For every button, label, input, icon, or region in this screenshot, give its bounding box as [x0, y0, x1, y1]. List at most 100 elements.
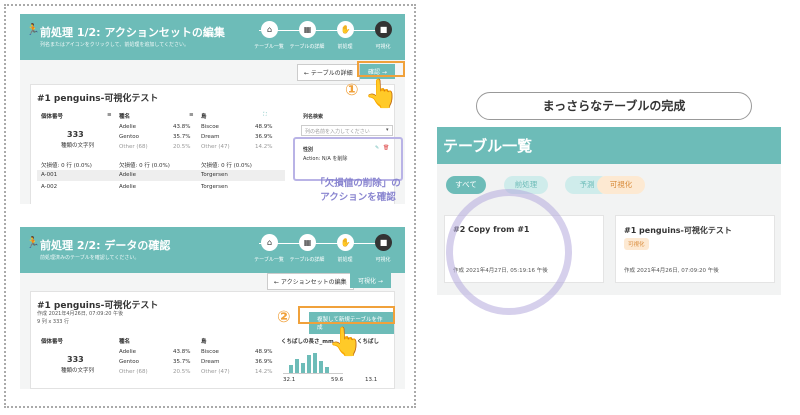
action-column-name: 性別 [303, 147, 314, 153]
expand-icon[interactable]: ⛶ [263, 112, 267, 119]
page-title: 前処理 1/2: アクションセットの編集 [40, 26, 225, 39]
col-header[interactable]: 個体番号 [41, 112, 63, 120]
step-visualize-icon[interactable]: ■ [375, 21, 392, 38]
step-label: テーブルの詳細 [289, 257, 325, 263]
stepper: ⌂ ▦ ✋ ■ テーブル一覧 テーブルの詳細 前処理 可視化 [249, 17, 399, 57]
pointer-hand-icon: 👆 [364, 77, 399, 110]
col-header[interactable]: 個体番号 [41, 337, 63, 345]
island-pct: 36.9% [255, 359, 273, 365]
result-title-pill: まっさらなテーブルの完成 [476, 92, 752, 120]
panel-header: 🏃 前処理 1/2: アクションセットの編集 列名またはアイコンをクリックして、… [20, 14, 405, 60]
unique-label: 種類の文字列 [61, 143, 95, 149]
island-pct: 14.2% [255, 144, 273, 150]
table-dims: 9 列 x 333 行 [37, 319, 70, 325]
cell: A-001 [41, 172, 58, 178]
highlight-ring [446, 189, 572, 315]
species-pct: 35.7% [173, 359, 191, 365]
unique-count: 333 [67, 355, 84, 364]
step-table-list-icon[interactable]: ⌂ [261, 234, 278, 251]
page-subtitle: 前処理済みのテーブルを確認してください。 [40, 255, 140, 261]
visualize-button[interactable]: 可視化 → [350, 273, 391, 288]
unique-count: 333 [67, 130, 84, 139]
step-table-detail-icon[interactable]: ▦ [299, 234, 316, 251]
step-label: 前処理 [337, 257, 353, 263]
col-header[interactable]: 島 [201, 337, 207, 345]
col-header[interactable]: くちばしの長さ_mm [281, 337, 334, 345]
page-subtitle: 列名またはアイコンをクリックして、前処理を追加してください。 [40, 42, 190, 48]
back-to-detail-button[interactable]: ← テーブルの詳細 [297, 64, 360, 81]
island-value: Other (47) [201, 369, 230, 375]
filter-icon[interactable]: ≡ [107, 112, 112, 118]
species-pct: 20.5% [173, 144, 191, 150]
species-value: Other (68) [119, 144, 148, 150]
table-card-1[interactable]: #1 penguins-可視化テスト 可視化 作成 2021年4月26日, 07… [615, 215, 775, 283]
species-value: Gentoo [119, 134, 140, 140]
chevron-down-icon[interactable]: ▾ [386, 127, 389, 133]
species-pct: 20.5% [173, 369, 191, 375]
island-pct: 36.9% [255, 134, 273, 140]
species-value: Gentoo [119, 359, 140, 365]
species-pct: 35.7% [173, 134, 191, 140]
column-table: 個体番号 ≡ 種名 ≡ 島 ⛶ 333 種類の文字列 Adelie 43.8% … [37, 112, 287, 204]
preprocess-edit-panel: 🏃 前処理 1/2: アクションセットの編集 列名またはアイコンをクリックして、… [20, 14, 405, 204]
action-description: Action: N/A を削除 [303, 156, 348, 162]
column-search-input[interactable]: 列の名前を入力してください [301, 125, 393, 136]
edit-icon[interactable]: ✎ [375, 145, 379, 151]
missing-count: 欠損値: 0 行 (0.0%) [201, 163, 252, 169]
step-label: テーブル一覧 [254, 257, 284, 263]
visualize-badge: 可視化 [624, 238, 649, 250]
col-header[interactable]: 種名 [119, 112, 130, 120]
card-title: #1 penguins-可視化テスト [624, 226, 732, 235]
island-value: Biscoe [201, 124, 219, 130]
search-title: 列名検索 [303, 114, 324, 120]
species-value: Adelie [119, 124, 136, 130]
created-date: 作成 2021年4月26日, 07:09:20 午後 [37, 311, 124, 317]
stepper: ⌂ ▦ ✋ ■ テーブル一覧 テーブルの詳細 前処理 可視化 [249, 230, 399, 270]
step-preprocess-icon[interactable]: ✋ [337, 21, 354, 38]
island-pct: 48.9% [255, 349, 273, 355]
runner-icon: 🏃 [26, 23, 40, 36]
island-value: Other (47) [201, 144, 230, 150]
unique-label: 種類の文字列 [61, 368, 95, 374]
hist-min: 13.1 [365, 377, 378, 383]
island-value: Dream [201, 134, 220, 140]
cell: Adelie [119, 172, 136, 178]
missing-count: 欠損値: 0 行 (0.0%) [119, 163, 170, 169]
cell: Torgersen [201, 184, 228, 190]
island-value: Dream [201, 359, 220, 365]
filter-icon[interactable]: ≡ [189, 112, 194, 118]
missing-count: 欠損値: 0 行 (0.0%) [41, 163, 92, 169]
species-pct: 43.8% [173, 349, 191, 355]
tab-visualize[interactable]: 可視化 [597, 176, 645, 194]
cell: Adelie [119, 184, 136, 190]
step-preprocess-icon[interactable]: ✋ [337, 234, 354, 251]
table-row[interactable] [37, 170, 285, 181]
confirm-highlight [357, 61, 405, 77]
delete-icon[interactable]: 🗑 [383, 145, 389, 151]
step-table-detail-icon[interactable]: ▦ [299, 21, 316, 38]
tab-all[interactable]: すべて [446, 176, 486, 194]
cell: A-002 [41, 184, 58, 190]
page-title: 前処理 2/2: データの確認 [40, 239, 171, 252]
species-value: Other (68) [119, 369, 148, 375]
species-pct: 43.8% [173, 124, 191, 130]
copy-highlight [298, 306, 395, 324]
back-to-actions-button[interactable]: ← アクションセットの編集 [267, 273, 354, 290]
step-table-list-icon[interactable]: ⌂ [261, 21, 278, 38]
panel-header: 🏃 前処理 2/2: データの確認 前処理済みのテーブルを確認してください。 ⌂… [20, 227, 405, 273]
table-list-header: テーブル一覧 [437, 127, 781, 164]
pointer-hand-icon: 👆 [328, 325, 363, 358]
species-value: Adelie [119, 349, 136, 355]
step-marker-2: ② [277, 307, 291, 326]
table-title: #1 penguins-可視化テスト [37, 94, 159, 104]
step-marker-1: ① [345, 80, 359, 99]
step-visualize-icon[interactable]: ■ [375, 234, 392, 251]
island-pct: 48.9% [255, 124, 273, 130]
island-pct: 14.2% [255, 369, 273, 375]
cell: Torgersen [201, 172, 228, 178]
hist-max: 59.6 [331, 377, 344, 383]
runner-icon: 🏃 [26, 236, 40, 249]
col-header[interactable]: 種名 [119, 337, 130, 345]
col-header[interactable]: 島 [201, 112, 207, 120]
step-label: テーブル一覧 [254, 44, 284, 50]
